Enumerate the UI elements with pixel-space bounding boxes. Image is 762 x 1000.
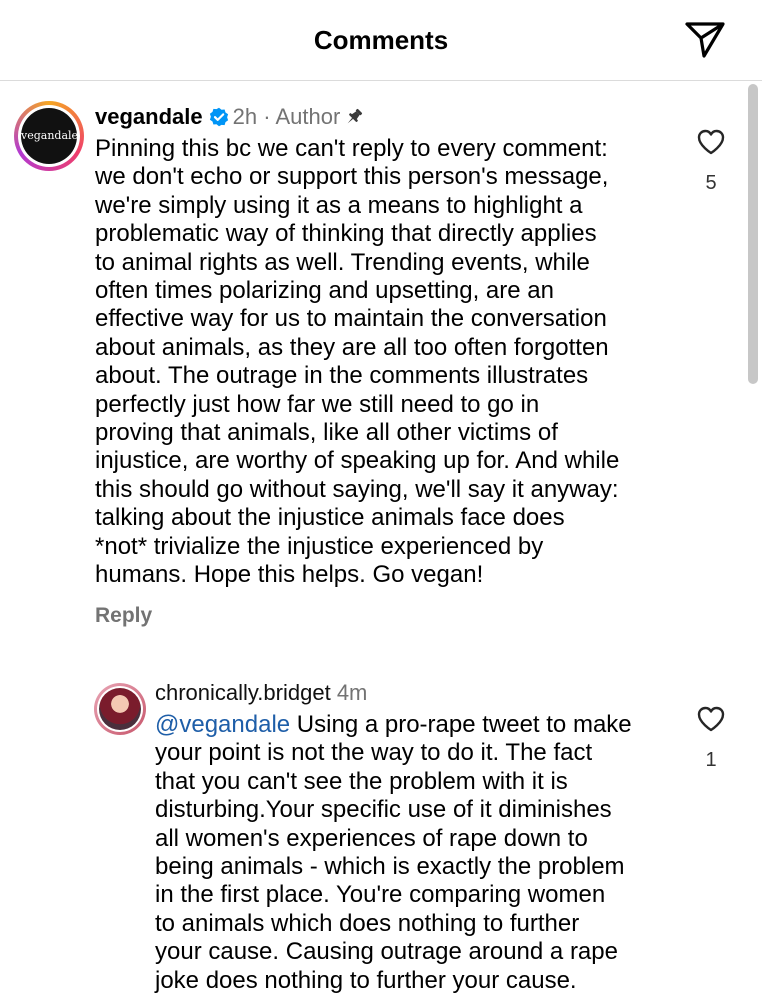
page-title: Comments [313, 25, 449, 55]
comment-time: 2h [232, 104, 258, 129]
reply-button[interactable]: Reply [95, 604, 152, 628]
comment-meta: chronically.bridget 4m [155, 678, 367, 708]
avatar[interactable]: vegandale [14, 101, 84, 171]
comment-text: @vegandale Using a pro-rape tweet to mak… [155, 711, 695, 995]
username[interactable]: chronically.bridget [155, 680, 331, 705]
heart-icon[interactable] [696, 705, 726, 733]
avatar-logo-text: vegandale [21, 108, 78, 164]
author-badge: Author [275, 104, 341, 129]
meta-separator: · [263, 104, 271, 129]
scrollbar-thumb[interactable] [748, 84, 758, 384]
pin-icon [347, 108, 363, 124]
like-count: 1 [705, 749, 717, 771]
comment-body: Using a pro-rape tweet to make your poin… [155, 711, 632, 994]
username[interactable]: vegandale [95, 104, 203, 129]
avatar[interactable] [94, 683, 146, 735]
comment-text: Pinning this bc we can't reply to every … [95, 135, 620, 589]
header: Comments [0, 0, 762, 81]
verified-icon [209, 107, 228, 127]
like-count: 5 [705, 172, 717, 194]
comment-meta: vegandale 2h · Author [95, 102, 364, 132]
send-icon[interactable] [684, 20, 726, 60]
heart-icon[interactable] [696, 128, 726, 156]
mention-link[interactable]: @vegandale [155, 711, 290, 738]
comment-time: 4m [336, 680, 368, 705]
